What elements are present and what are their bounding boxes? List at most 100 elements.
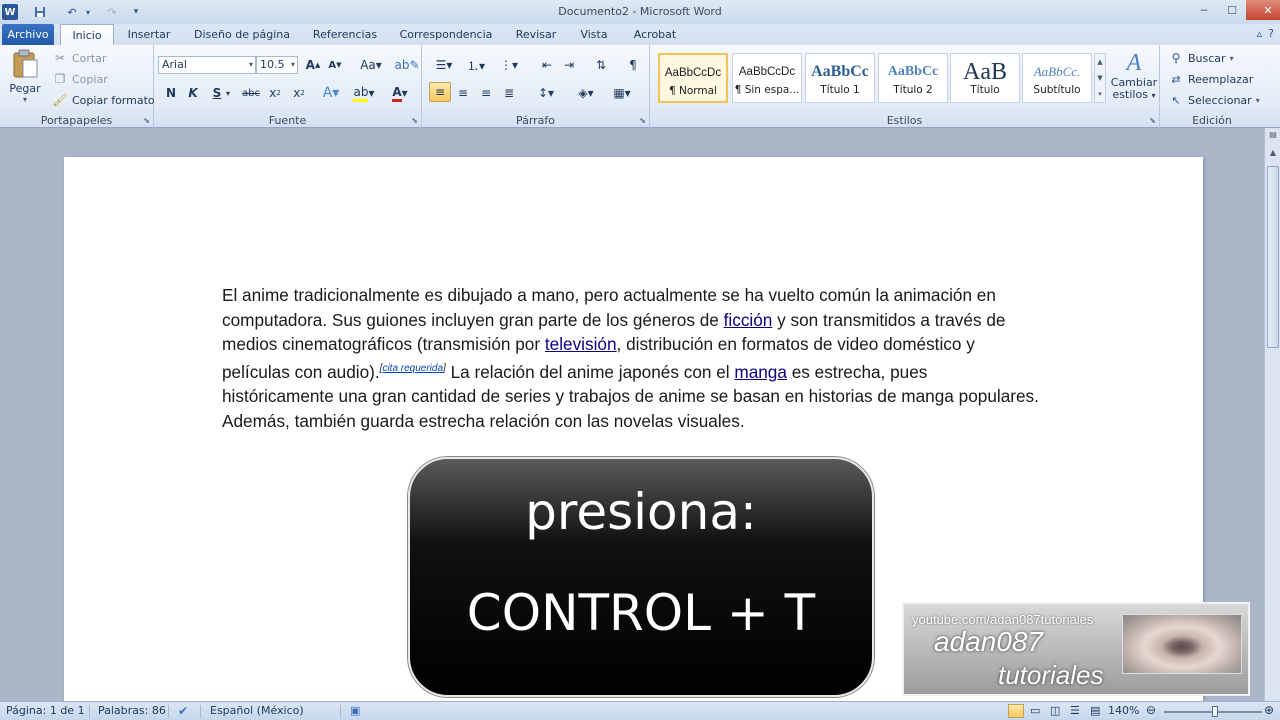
select-button[interactable]: ↖ Seleccionar ▾ xyxy=(1168,91,1259,109)
style-sample: AaBbCc. xyxy=(1033,64,1081,79)
sort-icon[interactable]: ⇅ xyxy=(590,55,612,75)
style-normal[interactable]: AaBbCcDc ¶ Normal xyxy=(658,53,728,103)
link-cita-requerida[interactable]: cita requerida xyxy=(382,363,443,374)
close-icon[interactable]: ✕ xyxy=(1246,0,1280,20)
grow-font-icon[interactable]: A ▲ xyxy=(302,55,324,75)
style-sample: AaBbCc xyxy=(811,63,869,80)
eye-image xyxy=(1122,614,1242,674)
customize-qat-icon[interactable]: ▾ xyxy=(128,4,144,20)
tab-vista[interactable]: Vista xyxy=(574,24,614,45)
tab-archivo[interactable]: Archivo xyxy=(2,24,54,45)
full-screen-view-icon[interactable]: ▭ xyxy=(1030,704,1040,717)
align-center-icon[interactable]: ≡ xyxy=(452,83,474,103)
change-styles-icon: A xyxy=(1126,50,1142,76)
chevron-down-icon: ▾ xyxy=(1151,91,1156,100)
tab-insertar[interactable]: Insertar xyxy=(121,24,177,45)
decrease-indent-icon[interactable]: ⇤ xyxy=(536,55,558,75)
format-painter-button[interactable]: 🖌 Copiar formato xyxy=(52,91,154,109)
tab-acrobat[interactable]: Acrobat xyxy=(626,24,684,45)
scroll-up-icon[interactable]: ▲ xyxy=(1267,148,1279,160)
group-estilos: AaBbCcDc ¶ Normal AaBbCcDc ¶ Sin espa...… xyxy=(650,45,1160,128)
style-subtitulo[interactable]: AaBbCc. Subtítulo xyxy=(1022,53,1092,103)
strikethrough-icon[interactable]: abc xyxy=(240,83,262,103)
status-language[interactable]: Español (México) xyxy=(210,704,304,717)
help-icon[interactable]: ? xyxy=(1268,27,1274,40)
bold-icon[interactable]: N xyxy=(160,83,182,103)
clipboard-launcher-icon[interactable]: ⬊ xyxy=(143,116,150,125)
font-launcher-icon[interactable]: ⬊ xyxy=(411,116,418,125)
style-titulo-1[interactable]: AaBbCc Título 1 xyxy=(805,53,875,103)
tab-correspondencia[interactable]: Correspondencia xyxy=(393,24,499,45)
style-titulo-2[interactable]: AaBbCc Título 2 xyxy=(878,53,948,103)
web-layout-view-icon[interactable]: ◫ xyxy=(1050,704,1060,717)
clear-format-icon[interactable]: ab✎ xyxy=(394,55,419,75)
highlight-color-icon[interactable]: ab ▾ xyxy=(350,83,378,103)
scroll-thumb[interactable] xyxy=(1267,166,1279,348)
replace-button[interactable]: ⇄ Reemplazar xyxy=(1168,70,1253,88)
ruler-toggle-icon[interactable]: ▤ xyxy=(1267,130,1279,142)
paste-button[interactable]: Pegar ▾ xyxy=(6,49,44,105)
font-size-select[interactable]: 10.5 ▾ xyxy=(256,56,298,74)
word-app-icon[interactable]: W xyxy=(2,4,18,20)
zoom-out-icon[interactable]: ⊖ xyxy=(1146,703,1156,717)
outline-view-icon[interactable]: ☰ xyxy=(1070,704,1080,717)
maximize-icon[interactable]: ☐ xyxy=(1218,0,1246,20)
superscript-icon[interactable]: x2 xyxy=(288,83,310,103)
shrink-font-icon[interactable]: A ▼ xyxy=(324,55,346,75)
link-television[interactable]: televisión xyxy=(545,334,617,354)
show-marks-icon[interactable]: ¶ xyxy=(622,55,644,75)
align-right-icon[interactable]: ≡ xyxy=(475,83,497,103)
font-family-select[interactable]: Arial ▾ xyxy=(158,56,256,74)
link-manga[interactable]: manga xyxy=(734,362,787,382)
status-words[interactable]: Palabras: 86 xyxy=(98,704,166,717)
tab-diseno-pagina[interactable]: Diseño de página xyxy=(188,24,296,45)
bullets-icon[interactable]: ☰▾ xyxy=(430,55,458,75)
proofing-icon[interactable]: ✔ xyxy=(178,704,188,718)
group-label-edicion: Edición xyxy=(1192,114,1232,127)
subscript-icon[interactable]: x2 xyxy=(264,83,286,103)
zoom-in-icon[interactable]: ⊕ xyxy=(1264,703,1274,717)
macro-icon[interactable]: ▣ xyxy=(350,704,360,717)
justify-icon[interactable]: ≣ xyxy=(498,83,520,103)
styles-scroll[interactable]: ▲ ▼ ▾ xyxy=(1094,53,1106,103)
multilevel-list-icon[interactable]: ⋮▾ xyxy=(494,55,524,75)
chevron-down-icon: ▾ xyxy=(1229,53,1234,63)
style-titulo[interactable]: AaB Título xyxy=(950,53,1020,103)
zoom-slider-thumb[interactable] xyxy=(1212,706,1218,717)
copy-button[interactable]: ❐ Copiar xyxy=(52,70,108,88)
status-page[interactable]: Página: 1 de 1 xyxy=(6,704,85,717)
link-ficcion[interactable]: ficción xyxy=(724,310,773,330)
numbering-icon[interactable]: ⒈▾ xyxy=(462,55,490,75)
undo-dropdown-icon[interactable]: ▾ xyxy=(84,4,92,20)
styles-launcher-icon[interactable]: ⬊ xyxy=(1149,116,1156,125)
style-sin-espaciado[interactable]: AaBbCcDc ¶ Sin espa... xyxy=(732,53,802,103)
zoom-level[interactable]: 140% xyxy=(1108,704,1139,717)
shading-icon[interactable]: ◈▾ xyxy=(572,83,600,103)
increase-indent-icon[interactable]: ⇥ xyxy=(558,55,580,75)
print-layout-view-icon[interactable] xyxy=(1008,704,1024,718)
draft-view-icon[interactable]: ▤ xyxy=(1090,704,1100,717)
change-styles-button[interactable]: A Cambiar estilos ▾ xyxy=(1110,49,1158,109)
minimize-icon[interactable]: ─ xyxy=(1190,0,1218,20)
line-spacing-icon[interactable]: ↕▾ xyxy=(532,83,560,103)
save-icon[interactable] xyxy=(32,4,48,20)
redo-icon[interactable]: ↷ xyxy=(104,4,120,20)
format-painter-icon: 🖌 xyxy=(52,93,68,107)
undo-icon[interactable]: ↶ xyxy=(64,4,80,20)
text-effects-icon[interactable]: A▾ xyxy=(320,83,342,103)
italic-icon[interactable]: K xyxy=(182,83,204,103)
paragraph-launcher-icon[interactable]: ⬊ xyxy=(639,116,646,125)
tab-revisar[interactable]: Revisar xyxy=(509,24,563,45)
borders-icon[interactable]: ▦▾ xyxy=(608,83,636,103)
find-button[interactable]: ⚲ Buscar ▾ xyxy=(1168,49,1234,67)
tab-referencias[interactable]: Referencias xyxy=(306,24,384,45)
tab-inicio[interactable]: Inicio xyxy=(60,24,114,45)
align-left-icon[interactable]: ≡ xyxy=(429,82,451,102)
font-color-icon[interactable]: A ▾ xyxy=(386,83,414,103)
change-case-icon[interactable]: Aa▾ xyxy=(356,55,386,75)
minimize-ribbon-icon[interactable]: ▵ xyxy=(1257,27,1263,40)
cut-button[interactable]: ✂ Cortar xyxy=(52,49,107,67)
document-body[interactable]: El anime tradicionalmente es dibujado a … xyxy=(222,283,1042,434)
vertical-scrollbar[interactable]: ▤ ▲ xyxy=(1264,128,1280,701)
underline-dropdown-icon[interactable]: ▾ xyxy=(222,83,234,103)
